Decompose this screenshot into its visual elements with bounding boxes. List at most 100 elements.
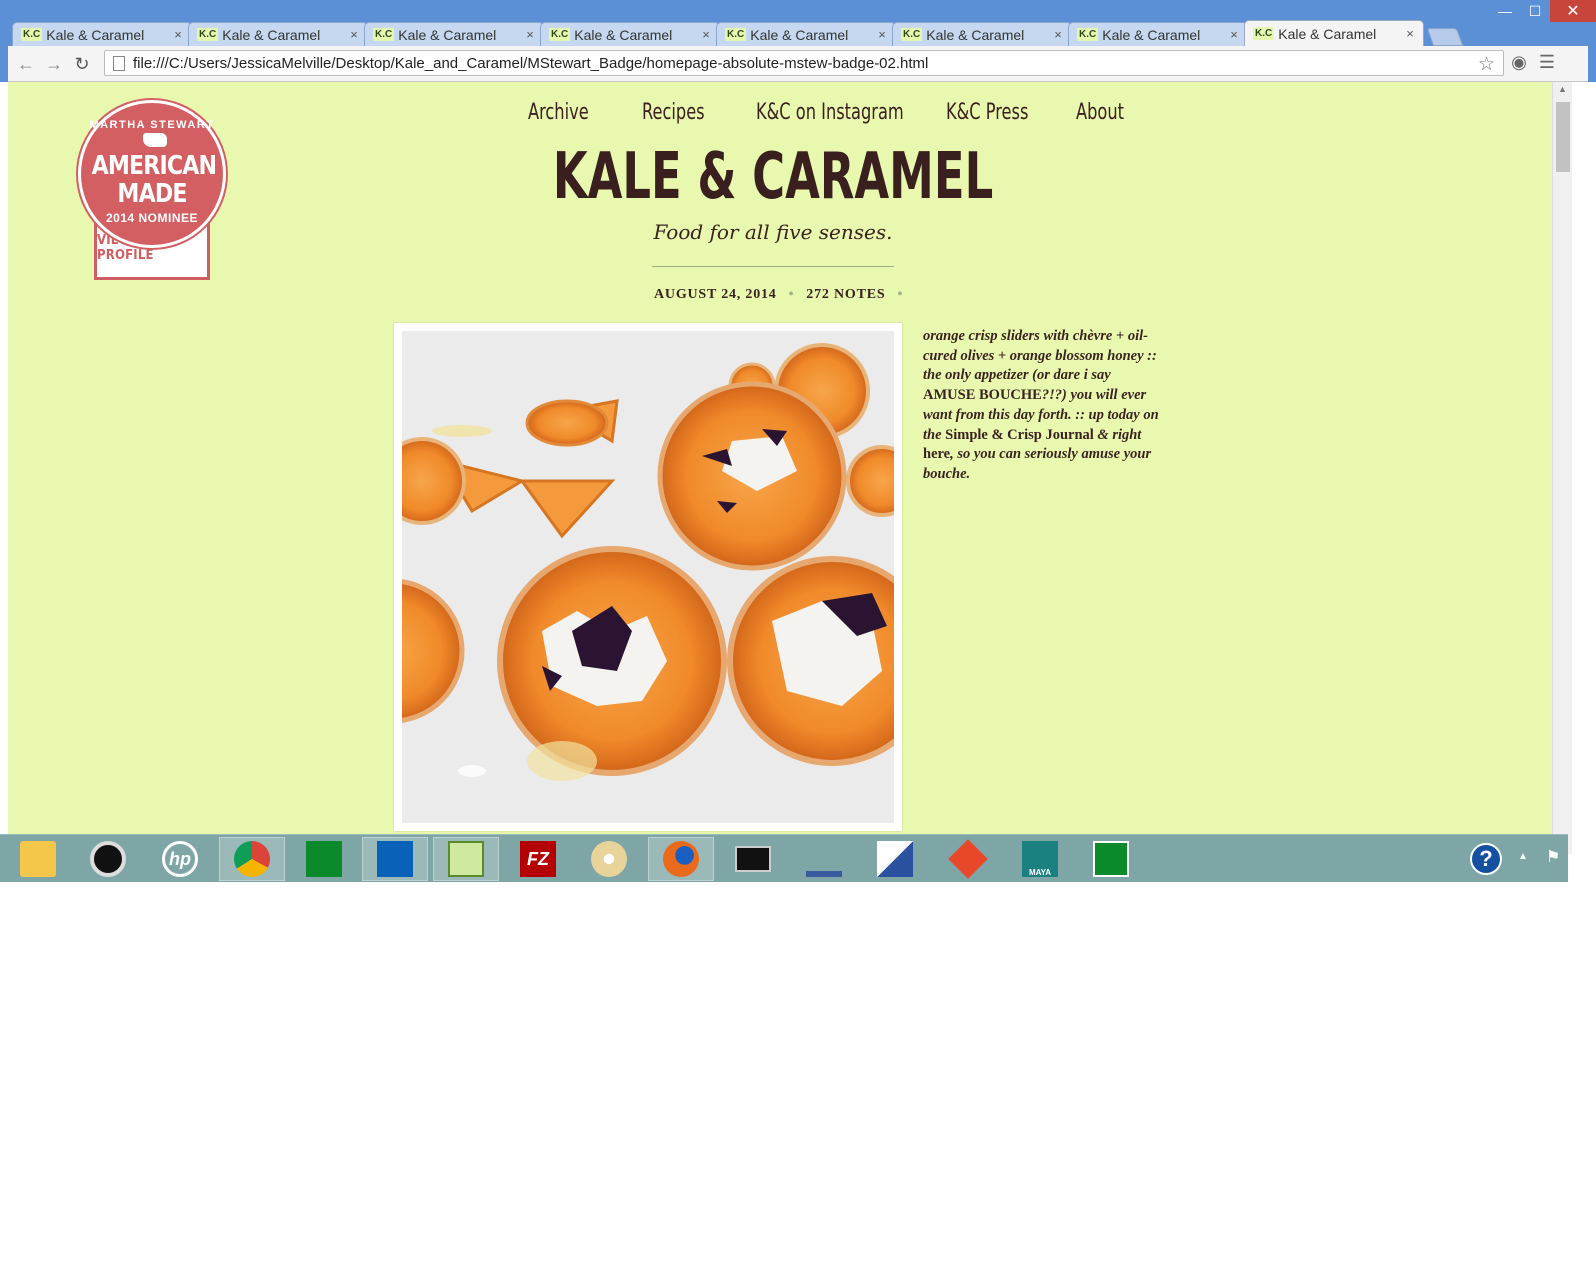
favicon-icon: K.C bbox=[901, 28, 923, 41]
taskbar-app[interactable] bbox=[862, 837, 928, 881]
windows-taskbar: hp FZ MAYA ? ▲ ⚑ bbox=[0, 834, 1568, 882]
tab-close-icon[interactable]: × bbox=[875, 27, 889, 42]
vertical-scrollbar[interactable]: ▲ bbox=[1552, 82, 1572, 854]
taskbar-app[interactable]: hp bbox=[147, 837, 213, 881]
tray-expand-icon[interactable]: ▲ bbox=[1518, 851, 1528, 862]
browser-window-frame: K.C Kale & Caramel × K.C Kale & Caramel × K.C K… bbox=[0, 0, 1596, 82]
address-bar[interactable]: file:///C:/Users/JessicaMelville/Desktop… bbox=[104, 50, 1504, 76]
extension-icon[interactable]: ◉ bbox=[1508, 52, 1530, 73]
taskbar-app[interactable] bbox=[5, 837, 71, 881]
taskbar-app[interactable] bbox=[433, 837, 499, 881]
tab-title: Kale & Caramel bbox=[750, 26, 849, 43]
back-button[interactable]: ← bbox=[14, 52, 38, 76]
help-icon[interactable]: ? bbox=[1470, 843, 1502, 875]
taskbar-app[interactable] bbox=[576, 837, 642, 881]
close-window-button[interactable]: ✕ bbox=[1550, 0, 1596, 22]
simple-crisp-journal-link[interactable]: Simple & Crisp Journal bbox=[945, 427, 1094, 443]
calculator-icon bbox=[1093, 841, 1129, 877]
window-controls: — ☐ ✕ bbox=[1490, 0, 1596, 22]
site-tagline: Food for all five senses. bbox=[653, 220, 893, 244]
tab-close-icon[interactable]: × bbox=[171, 27, 185, 42]
post-photo-frame bbox=[394, 323, 902, 831]
nav-instagram[interactable]: K&C on Instagram bbox=[756, 100, 904, 125]
file-explorer-icon bbox=[20, 841, 56, 877]
browser-tab[interactable]: K.C Kale & Caramel × bbox=[188, 22, 368, 46]
taskbar-app[interactable]: FZ bbox=[505, 837, 571, 881]
browser-tab[interactable]: K.C Kale & Caramel × bbox=[12, 22, 192, 46]
page-icon bbox=[113, 55, 125, 71]
store-icon bbox=[306, 841, 342, 877]
favicon-icon: K.C bbox=[725, 28, 747, 41]
mail-icon bbox=[377, 841, 413, 877]
browser-tab[interactable]: K.C Kale & Caramel × bbox=[364, 22, 544, 46]
notepad-icon bbox=[448, 841, 484, 877]
taskbar-app[interactable] bbox=[935, 837, 1001, 881]
tab-title: Kale & Caramel bbox=[1278, 25, 1377, 42]
tab-close-icon[interactable]: × bbox=[1403, 26, 1417, 41]
maya-icon: MAYA bbox=[1022, 841, 1058, 877]
scroll-up-arrow-icon[interactable]: ▲ bbox=[1558, 84, 1567, 94]
tab-title: Kale & Caramel bbox=[222, 26, 321, 43]
tab-title: Kale & Caramel bbox=[398, 26, 497, 43]
browser-tab[interactable]: K.C Kale & Caramel × bbox=[1068, 22, 1248, 46]
webcam-icon bbox=[90, 841, 126, 877]
forward-button[interactable]: → bbox=[42, 52, 66, 76]
tab-close-icon[interactable]: × bbox=[523, 27, 537, 42]
here-link[interactable]: here bbox=[923, 446, 950, 462]
post-meta: AUGUST 24, 2014 • 272 NOTES • bbox=[654, 287, 915, 303]
taskbar-app[interactable] bbox=[648, 837, 714, 881]
filezilla-icon: FZ bbox=[520, 841, 556, 877]
browser-tab[interactable]: K.C Kale & Caramel × bbox=[1244, 20, 1424, 46]
browser-tab[interactable]: K.C Kale & Caramel × bbox=[540, 22, 720, 46]
post-date[interactable]: AUGUST 24, 2014 bbox=[654, 287, 777, 303]
tab-title: Kale & Caramel bbox=[926, 26, 1025, 43]
caption-emphasis: AMUSE BOUCHE bbox=[923, 387, 1042, 404]
caption-text: , so you can seriously amuse your bouche… bbox=[923, 446, 1152, 482]
menu-icon[interactable]: ☰ bbox=[1536, 52, 1558, 73]
tab-close-icon[interactable]: × bbox=[1051, 27, 1065, 42]
nav-recipes[interactable]: Recipes bbox=[642, 100, 714, 125]
reload-button[interactable]: ↻ bbox=[70, 52, 94, 76]
nav-archive[interactable]: Archive bbox=[528, 100, 600, 125]
site-nav: Archive Recipes K&C on Instagram K&C Pre… bbox=[528, 100, 1162, 125]
minimize-button[interactable]: — bbox=[1490, 0, 1520, 22]
favicon-icon: K.C bbox=[549, 28, 571, 41]
favicon-icon: K.C bbox=[21, 28, 43, 41]
maximize-button[interactable]: ☐ bbox=[1520, 0, 1550, 22]
taskbar-app[interactable] bbox=[75, 837, 141, 881]
post-photo[interactable] bbox=[402, 331, 894, 823]
tab-close-icon[interactable]: × bbox=[699, 27, 713, 42]
new-tab-button[interactable] bbox=[1426, 28, 1464, 46]
git-icon bbox=[948, 839, 988, 879]
taskbar-app[interactable] bbox=[720, 837, 786, 881]
tab-title: Kale & Caramel bbox=[46, 26, 145, 43]
firefox-icon bbox=[663, 841, 699, 877]
url-text: file:///C:/Users/JessicaMelville/Desktop… bbox=[133, 54, 929, 72]
nav-press[interactable]: K&C Press bbox=[946, 100, 1031, 125]
usa-map-icon bbox=[143, 133, 167, 147]
taskbar-app[interactable] bbox=[291, 837, 357, 881]
browser-tab[interactable]: K.C Kale & Caramel × bbox=[716, 22, 896, 46]
taskbar-app[interactable] bbox=[791, 837, 857, 881]
terminal-icon bbox=[735, 846, 771, 872]
taskbar-app[interactable] bbox=[219, 837, 285, 881]
meta-separator: • bbox=[897, 287, 904, 302]
chrome-icon bbox=[234, 841, 270, 877]
meta-separator: • bbox=[788, 287, 795, 302]
favicon-icon: K.C bbox=[1077, 28, 1099, 41]
site-title[interactable]: KALE & CARAMEL bbox=[176, 140, 1369, 214]
hp-icon: hp bbox=[162, 841, 198, 877]
tab-title: Kale & Caramel bbox=[1102, 26, 1201, 43]
taskbar-app[interactable]: MAYA bbox=[1007, 837, 1073, 881]
post-notes[interactable]: 272 NOTES bbox=[806, 287, 885, 303]
taskbar-app[interactable] bbox=[362, 837, 428, 881]
bookmark-star-icon[interactable]: ☆ bbox=[1478, 53, 1495, 76]
action-center-flag-icon[interactable]: ⚑ bbox=[1546, 847, 1560, 867]
tab-close-icon[interactable]: × bbox=[347, 27, 361, 42]
scroll-thumb[interactable] bbox=[1556, 102, 1570, 172]
nav-about[interactable]: About bbox=[1076, 100, 1125, 125]
taskbar-app[interactable] bbox=[1078, 837, 1144, 881]
caption-text: & right bbox=[1093, 426, 1142, 443]
browser-tab[interactable]: K.C Kale & Caramel × bbox=[892, 22, 1072, 46]
tab-close-icon[interactable]: × bbox=[1227, 27, 1241, 42]
